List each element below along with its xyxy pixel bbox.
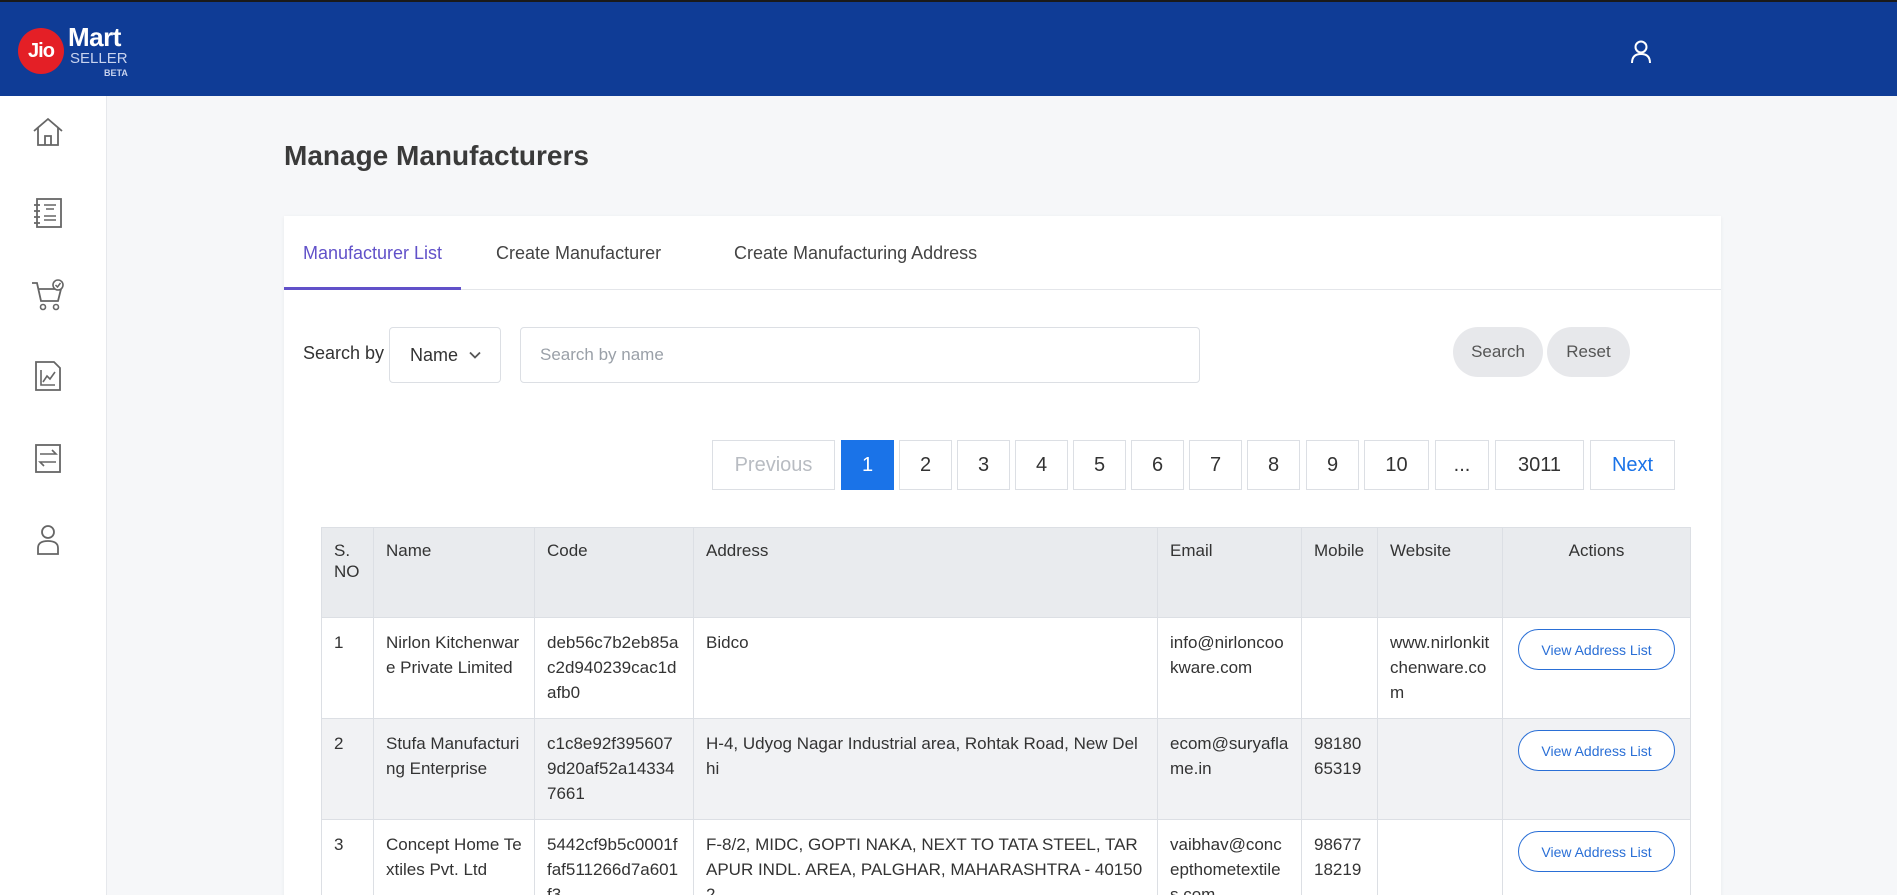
transfer-icon (35, 444, 61, 473)
cell-name: Nirlon Kitchenware Private Limited (373, 617, 535, 719)
cell-code: deb56c7b2eb85ac2d940239cac1dafb0 (534, 617, 694, 719)
pagination-ellipsis: ... (1435, 440, 1489, 490)
cell-code: 5442cf9b5c0001ffaf511266d7a601f3 (534, 819, 694, 895)
table-header-row: S.NO Name Code Address Email Mobile Webs… (321, 527, 1691, 618)
pagination-page-10[interactable]: 10 (1364, 440, 1429, 490)
cell-email: info@nirloncookware.com (1157, 617, 1302, 719)
search-input[interactable] (520, 327, 1200, 383)
catalog-icon (34, 198, 62, 228)
jiomart-seller-logo[interactable]: Jio Mart SELLER BETA (18, 22, 138, 80)
cell-actions: View Address List (1502, 617, 1691, 719)
view-address-list-button[interactable]: View Address List (1518, 629, 1675, 670)
tabs-bar: Manufacturer List Create Manufacturer Cr… (284, 216, 1721, 290)
logo-beta-text: BETA (104, 68, 128, 78)
sidebar-item-reports[interactable] (30, 358, 66, 394)
chevron-down-icon (469, 351, 481, 359)
col-header-sno: S.NO (321, 527, 374, 618)
sidebar-item-orders[interactable] (30, 277, 66, 313)
col-header-website: Website (1377, 527, 1503, 618)
col-header-mobile: Mobile (1301, 527, 1378, 618)
search-field-select[interactable]: Name (389, 327, 501, 383)
cell-mobile: 9867718219 (1301, 819, 1378, 895)
page-title: Manage Manufacturers (284, 140, 589, 171)
view-address-list-button[interactable]: View Address List (1518, 730, 1675, 771)
table-row: 2 Stufa Manufacturing Enterprise c1c8e92… (321, 718, 1691, 820)
cell-address: F-8/2, MIDC, GOPTI NAKA, NEXT TO TATA ST… (693, 819, 1158, 895)
cell-address: Bidco (693, 617, 1158, 719)
sidebar-item-transfers[interactable] (30, 440, 66, 476)
pagination-page-1[interactable]: 1 (841, 440, 894, 490)
logo-mart-text: Mart (68, 22, 121, 52)
cell-name: Concept Home Textiles Pvt. Ltd (373, 819, 535, 895)
tab-manufacturer-list[interactable]: Manufacturer List (284, 216, 462, 290)
user-icon (1631, 40, 1651, 64)
pagination-page-3[interactable]: 3 (957, 440, 1010, 490)
pagination-page-2[interactable]: 2 (899, 440, 952, 490)
sidebar (0, 96, 107, 895)
pagination-page-5[interactable]: 5 (1073, 440, 1126, 490)
cell-mobile: 9818065319 (1301, 718, 1378, 820)
top-navbar: Jio Mart SELLER BETA (0, 0, 1897, 96)
search-by-label: Search by (303, 343, 385, 363)
col-header-code: Code (534, 527, 694, 618)
jio-logo-circle: Jio (18, 28, 64, 74)
cell-actions: View Address List (1502, 718, 1691, 820)
view-address-list-button[interactable]: View Address List (1518, 831, 1675, 872)
sidebar-item-profile[interactable] (30, 521, 66, 557)
cell-sno: 1 (321, 617, 374, 719)
search-button[interactable]: Search (1453, 327, 1543, 377)
cell-code: c1c8e92f3956079d20af52a143347661 (534, 718, 694, 820)
cell-name: Stufa Manufacturing Enterprise (373, 718, 535, 820)
cart-icon (32, 279, 64, 311)
col-header-actions: Actions (1502, 527, 1691, 618)
home-icon (33, 117, 63, 146)
pagination-page-7[interactable]: 7 (1189, 440, 1242, 490)
manufacturers-table: S.NO Name Code Address Email Mobile Webs… (321, 527, 1691, 895)
search-select-value: Name (410, 345, 459, 365)
logo-seller-text: SELLER (70, 50, 128, 67)
profile-icon (37, 525, 59, 555)
reset-button[interactable]: Reset (1547, 327, 1630, 377)
report-chart-icon (35, 361, 61, 391)
cell-email: vaibhav@concepthometextiles.com (1157, 819, 1302, 895)
cell-website (1377, 718, 1503, 820)
pagination-next[interactable]: Next (1590, 440, 1675, 490)
pagination-previous[interactable]: Previous (712, 440, 835, 490)
table-row: 1 Nirlon Kitchenware Private Limited deb… (321, 617, 1691, 719)
cell-website (1377, 819, 1503, 895)
cell-mobile (1301, 617, 1378, 719)
col-header-email: Email (1157, 527, 1302, 618)
pagination-page-8[interactable]: 8 (1247, 440, 1300, 490)
cell-email: ecom@suryaflame.in (1157, 718, 1302, 820)
cell-actions: View Address List (1502, 819, 1691, 895)
sidebar-item-catalog[interactable] (30, 195, 66, 231)
pagination-page-6[interactable]: 6 (1131, 440, 1184, 490)
cell-website: www.nirlonkitchenware.com (1377, 617, 1503, 719)
tab-create-manufacturer[interactable]: Create Manufacturer (477, 216, 680, 290)
pagination-page-9[interactable]: 9 (1306, 440, 1359, 490)
col-header-name: Name (373, 527, 535, 618)
pagination-page-last[interactable]: 3011 (1495, 440, 1584, 490)
cell-sno: 2 (321, 718, 374, 820)
pagination-page-4[interactable]: 4 (1015, 440, 1068, 490)
user-account-button[interactable] (1628, 38, 1654, 66)
sidebar-item-home[interactable] (30, 114, 66, 150)
tab-create-manufacturing-address[interactable]: Create Manufacturing Address (715, 216, 996, 290)
manufacturer-card: Manufacturer List Create Manufacturer Cr… (284, 216, 1721, 895)
table-row: 3 Concept Home Textiles Pvt. Ltd 5442cf9… (321, 819, 1691, 895)
col-header-address: Address (693, 527, 1158, 618)
cell-sno: 3 (321, 819, 374, 895)
cell-address: H-4, Udyog Nagar Industrial area, Rohtak… (693, 718, 1158, 820)
